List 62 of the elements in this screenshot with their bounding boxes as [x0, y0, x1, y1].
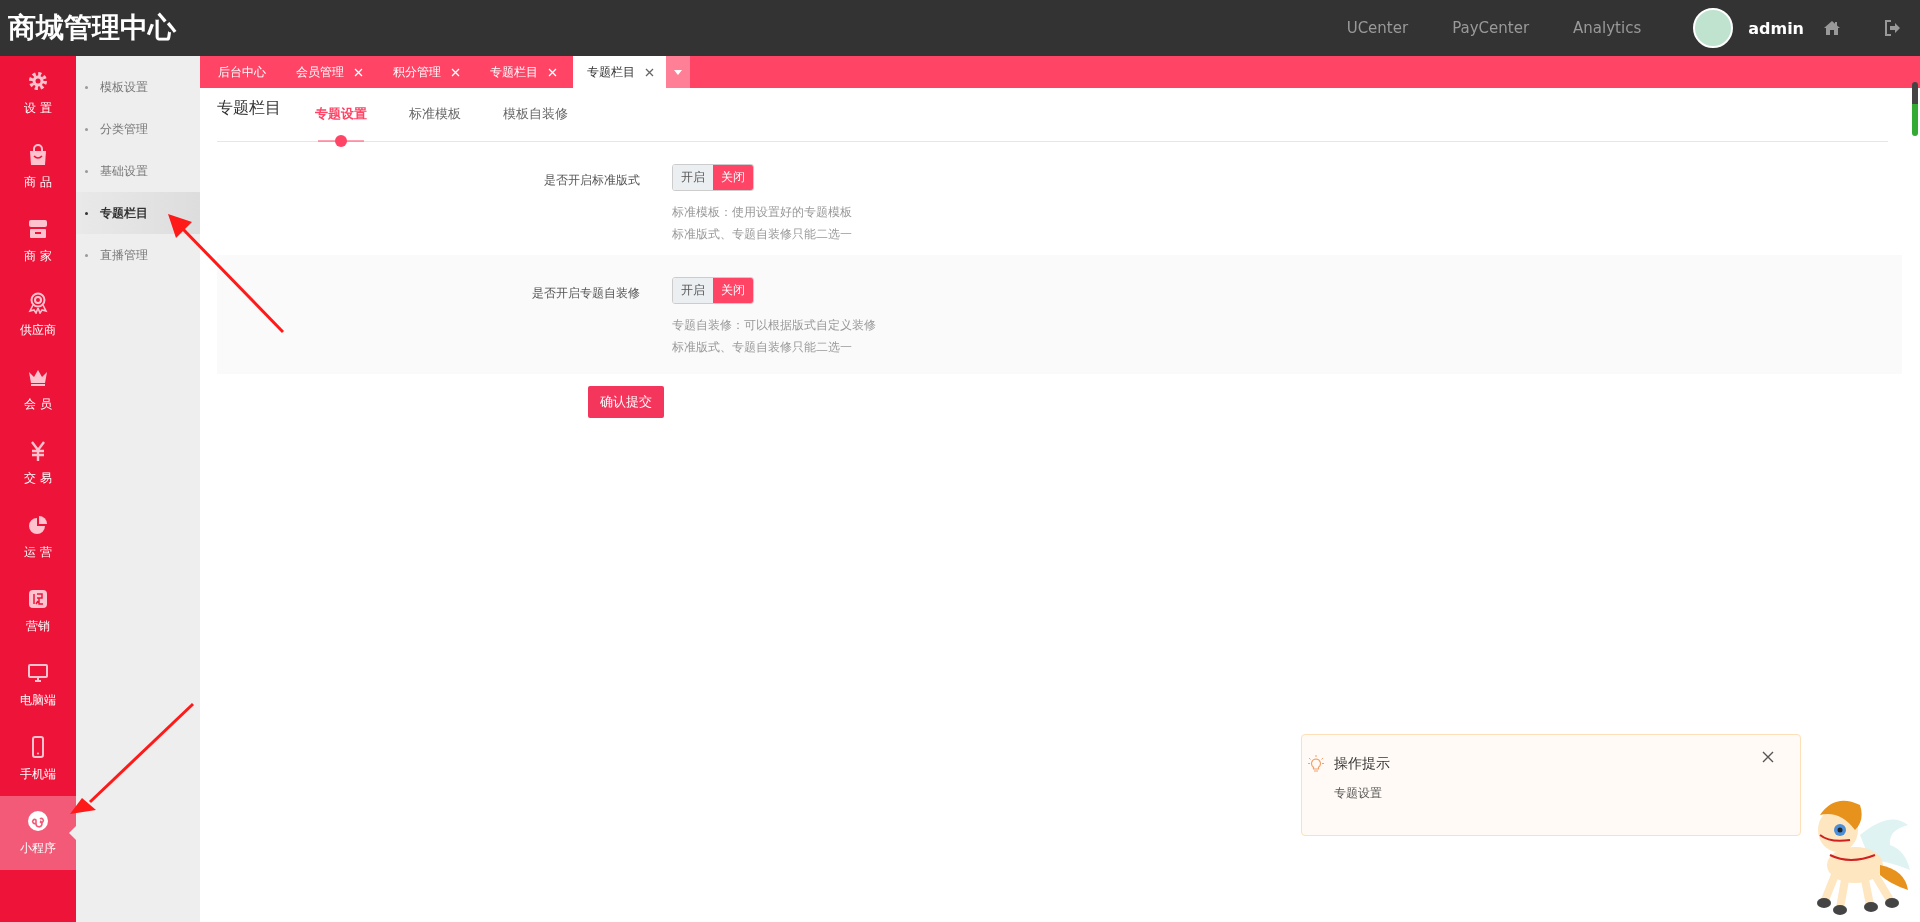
- switch-option[interactable]: 开启: [673, 165, 713, 190]
- on-off-switch[interactable]: 开启 关闭: [672, 164, 754, 191]
- avatar[interactable]: [1693, 8, 1734, 48]
- store-icon: [27, 217, 49, 240]
- promo-icon: [27, 587, 49, 610]
- switch-option[interactable]: 关闭: [713, 278, 753, 303]
- page-tab[interactable]: 专题栏目: [476, 56, 569, 88]
- submenu-item[interactable]: 模板设置: [76, 66, 200, 108]
- logout-icon[interactable]: [1884, 20, 1900, 36]
- scrollbar-thumb[interactable]: [1912, 82, 1918, 136]
- on-off-switch[interactable]: 开启 关闭: [672, 277, 754, 304]
- close-icon[interactable]: [645, 67, 654, 77]
- page-title: 专题栏目: [217, 97, 282, 119]
- sidebar-item[interactable]: 运 营: [0, 500, 76, 574]
- submenu-item[interactable]: 分类管理: [76, 108, 200, 150]
- sidebar-item[interactable]: 营销: [0, 574, 76, 648]
- hint-text: 标准版式、专题自装修只能二选一: [672, 339, 852, 356]
- page-tab[interactable]: 专题栏目: [573, 56, 666, 88]
- lightbulb-icon: [1308, 755, 1324, 773]
- switch-option[interactable]: 开启: [673, 278, 713, 303]
- settings-icon: [27, 69, 49, 92]
- miniapp-icon: [27, 809, 49, 832]
- sub-tab[interactable]: 标准模板: [409, 88, 461, 147]
- user-name[interactable]: admin: [1748, 18, 1804, 38]
- monitor-icon: [27, 661, 49, 684]
- app-title: 商城管理中心: [8, 10, 176, 46]
- sidebar-item[interactable]: 供应商: [0, 278, 76, 352]
- sidebar-item[interactable]: 商 品: [0, 130, 76, 204]
- sub-tab[interactable]: 专题设置: [315, 88, 367, 147]
- caret-icon: [674, 69, 682, 75]
- sidebar-item[interactable]: 设 置: [0, 56, 76, 130]
- pie-icon: [27, 513, 49, 536]
- page-tab[interactable]: 积分管理: [379, 56, 472, 88]
- hint-text: 标准模板：使用设置好的专题模板: [672, 204, 852, 221]
- sidebar-item[interactable]: 小程序: [0, 796, 76, 870]
- sidebar-item[interactable]: 商 家: [0, 204, 76, 278]
- field-label: 是否开启专题自装修: [531, 285, 640, 302]
- close-icon[interactable]: [1762, 751, 1774, 763]
- sidebar-item[interactable]: 电脑端: [0, 648, 76, 722]
- submenu-item[interactable]: 专题栏目: [76, 192, 200, 234]
- nav-link[interactable]: Analytics: [1573, 19, 1642, 37]
- tip-title: 操作提示: [1334, 755, 1390, 773]
- tip-text: 专题设置: [1334, 785, 1383, 802]
- hint-text: 标准版式、专题自装修只能二选一: [672, 226, 852, 243]
- switch-option[interactable]: 关闭: [713, 165, 753, 190]
- sub-tab[interactable]: 模板自装修: [503, 88, 568, 147]
- home-icon[interactable]: [1824, 21, 1840, 35]
- nav-link[interactable]: UCenter: [1346, 19, 1409, 37]
- submenu-item[interactable]: 直播管理: [76, 234, 200, 276]
- submit-button[interactable]: 确认提交: [588, 386, 664, 418]
- page-tab[interactable]: 后台中心: [204, 56, 278, 88]
- submenu-item[interactable]: 基础设置: [76, 150, 200, 192]
- hint-text: 专题自装修：可以根据版式自定义装修: [672, 317, 876, 334]
- nav-link[interactable]: PayCenter: [1452, 19, 1530, 37]
- active-tab-indicator: [318, 135, 364, 147]
- sidebar-item[interactable]: 会 员: [0, 352, 76, 426]
- field-label: 是否开启标准版式: [543, 172, 640, 189]
- sidebar-item[interactable]: 手机端: [0, 722, 76, 796]
- page-tab[interactable]: 会员管理: [282, 56, 375, 88]
- sidebar-item[interactable]: 交 易: [0, 426, 76, 500]
- medal-icon: [27, 291, 49, 314]
- bag-icon: [27, 143, 49, 166]
